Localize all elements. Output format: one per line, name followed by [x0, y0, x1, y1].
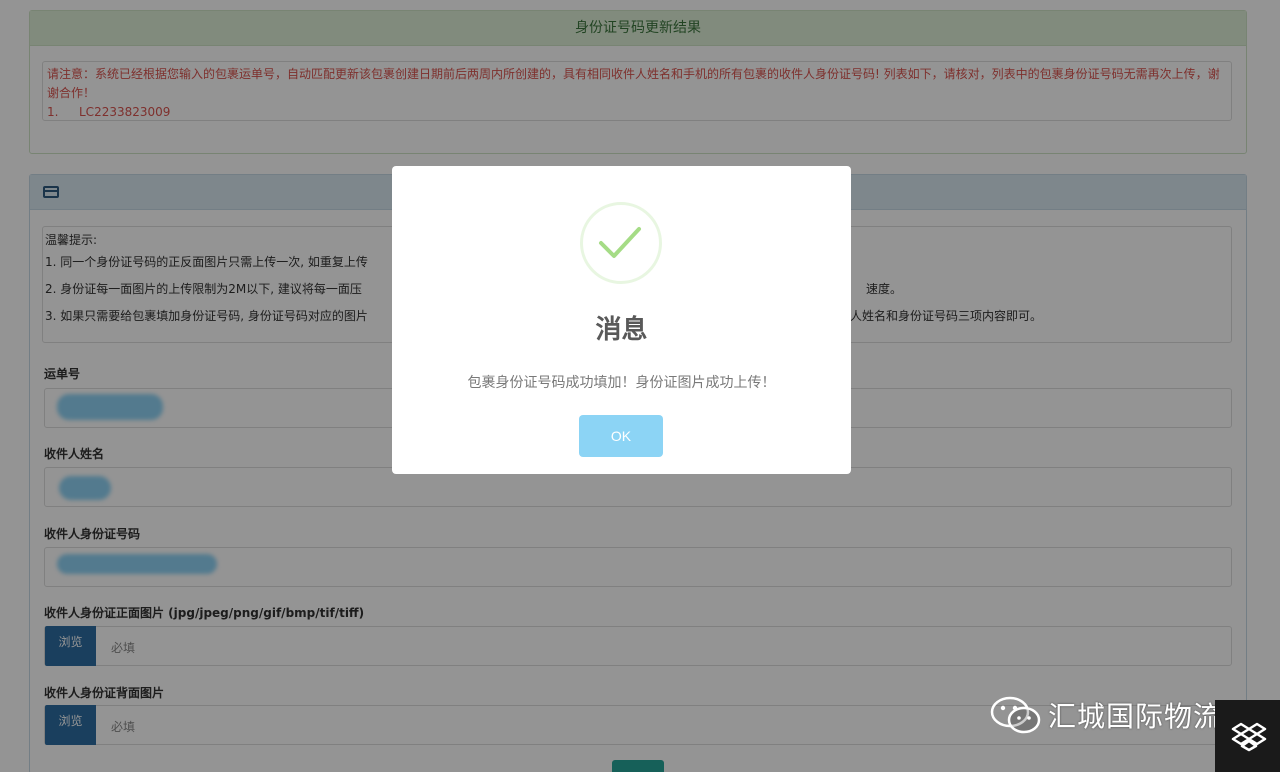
ok-button[interactable]: OK — [579, 415, 663, 457]
check-mark-icon — [599, 227, 641, 258]
dialog-title: 消息 — [595, 315, 648, 345]
success-dialog: 消息 包裹身份证号码成功填加！身份证图片成功上传！ OK — [392, 166, 851, 474]
dropbox-badge — [1215, 700, 1280, 772]
page: 身份证号码更新结果 请注意：系统已经根据您输入的包裹运单号，自动匹配更新该包裹创… — [0, 0, 1280, 772]
wechat-icon — [988, 694, 1044, 736]
wechat-watermark: 汇城国际物流 — [988, 694, 1222, 736]
dialog-message: 包裹身份证号码成功填加！身份证图片成功上传！ — [467, 375, 776, 391]
watermark-text: 汇城国际物流 — [1048, 700, 1223, 733]
dropbox-icon — [1231, 722, 1267, 752]
success-check-icon — [580, 202, 662, 284]
